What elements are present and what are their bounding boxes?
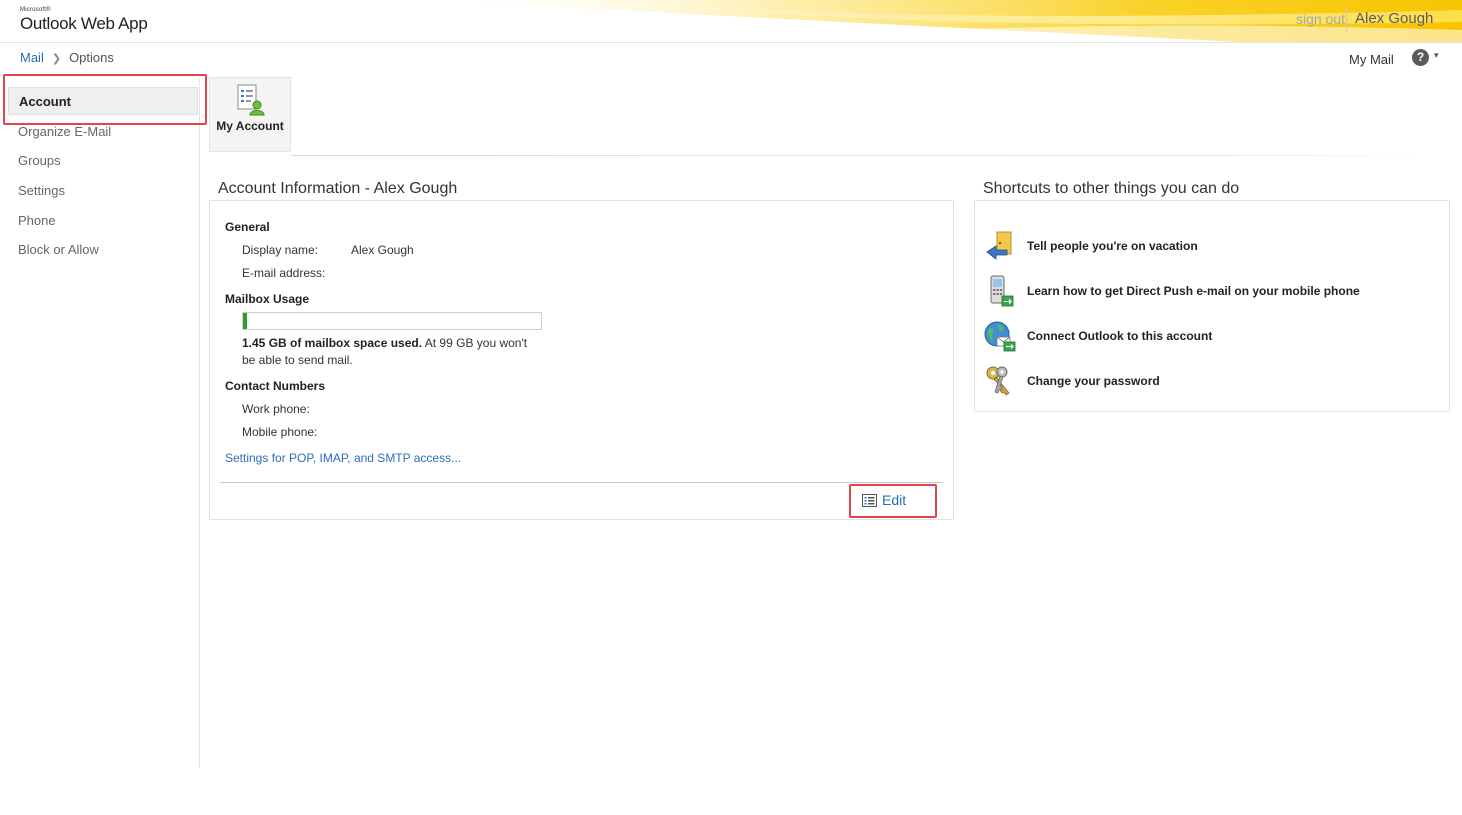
breadcrumb-current: Options	[69, 50, 114, 65]
mailbox-usage-text: 1.45 GB of mailbox space used. At 99 GB …	[242, 335, 542, 369]
chevron-right-icon: ❯	[51, 53, 62, 65]
header-divider	[1346, 8, 1347, 32]
panel-divider	[220, 482, 943, 483]
mailbox-usage-fill	[243, 313, 247, 329]
usage-bold-text: 1.45 GB of mailbox space used.	[242, 336, 423, 350]
sign-out-link[interactable]: sign out	[1296, 11, 1345, 27]
general-heading: General	[225, 220, 270, 234]
shortcut-label: Learn how to get Direct Push e-mail on y…	[1027, 284, 1360, 298]
highlight-box-account	[3, 74, 207, 125]
header-swoosh	[420, 0, 1462, 42]
work-phone-label: Work phone:	[242, 402, 310, 416]
help-icon[interactable]: ?	[1412, 49, 1429, 66]
sidebar-item-phone[interactable]: Phone	[18, 213, 56, 228]
globe-connect-icon	[984, 321, 1016, 352]
mailbox-usage-bar	[242, 312, 542, 330]
sidebar-item-settings[interactable]: Settings	[18, 183, 65, 198]
shortcut-direct-push[interactable]: Learn how to get Direct Push e-mail on y…	[983, 275, 1360, 307]
highlight-box-edit	[849, 484, 937, 518]
account-settings-icon	[237, 84, 265, 116]
options-page: Microsoft® Outlook Web App sign out Alex…	[0, 0, 1462, 815]
display-name-label: Display name:	[242, 243, 319, 257]
app-logo: Microsoft® Outlook Web App	[20, 7, 148, 34]
mobile-phone-icon	[990, 275, 1014, 307]
mobile-phone-label: Mobile phone:	[242, 425, 318, 439]
account-info-title: Account Information - Alex Gough	[218, 180, 458, 197]
keys-icon	[986, 366, 1010, 396]
shortcut-change-password[interactable]: Change your password	[983, 365, 1160, 397]
shortcut-vacation[interactable]: Tell people you're on vacation	[983, 230, 1198, 262]
breadcrumb: Mail ❯ Options	[20, 50, 114, 65]
sidebar-item-groups[interactable]: Groups	[18, 153, 61, 168]
shortcut-label: Change your password	[1027, 374, 1160, 388]
chevron-down-icon[interactable]: ▾	[1434, 50, 1439, 61]
shortcut-connect-outlook[interactable]: Connect Outlook to this account	[983, 320, 1212, 352]
brand-name: Outlook Web App	[20, 14, 148, 33]
display-name-value: Alex Gough	[351, 243, 414, 257]
brand-microsoft: Microsoft®	[20, 7, 51, 13]
shortcuts-title: Shortcuts to other things you can do	[983, 180, 1240, 197]
breadcrumb-mail-link[interactable]: Mail	[20, 50, 44, 65]
user-name: Alex Gough	[1355, 10, 1434, 27]
sidebar-item-block-or-allow[interactable]: Block or Allow	[18, 242, 99, 257]
pop-imap-smtp-settings-link[interactable]: Settings for POP, IMAP, and SMTP access.…	[225, 451, 461, 465]
email-label: E-mail address:	[242, 266, 326, 280]
mailbox-usage-heading: Mailbox Usage	[225, 292, 310, 306]
sidebar: Account Organize E-Mail Groups Settings …	[0, 78, 200, 768]
tab-label: My Account	[216, 119, 284, 133]
shortcut-label: Tell people you're on vacation	[1027, 239, 1198, 253]
my-mail-link[interactable]: My Mail	[1349, 52, 1394, 67]
header: Microsoft® Outlook Web App sign out Alex…	[0, 0, 1462, 43]
sidebar-item-organize-email[interactable]: Organize E-Mail	[18, 124, 111, 139]
tab-my-account[interactable]: My Account	[209, 77, 291, 152]
shortcut-label: Connect Outlook to this account	[1027, 329, 1213, 343]
contact-numbers-heading: Contact Numbers	[225, 379, 326, 393]
tab-divider	[291, 155, 1431, 156]
vacation-door-icon	[986, 231, 1012, 260]
